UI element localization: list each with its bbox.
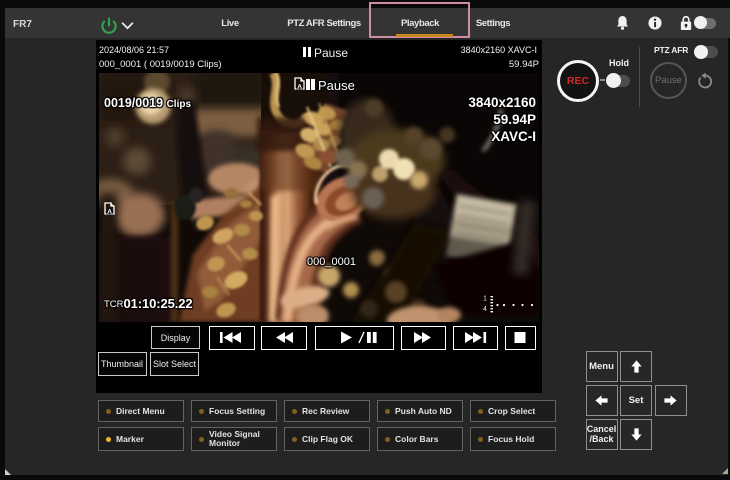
svg-text:1: 1 xyxy=(483,296,487,303)
svg-text:A: A xyxy=(107,209,112,216)
svg-text:A: A xyxy=(297,84,302,91)
svg-text:4: 4 xyxy=(483,306,487,313)
